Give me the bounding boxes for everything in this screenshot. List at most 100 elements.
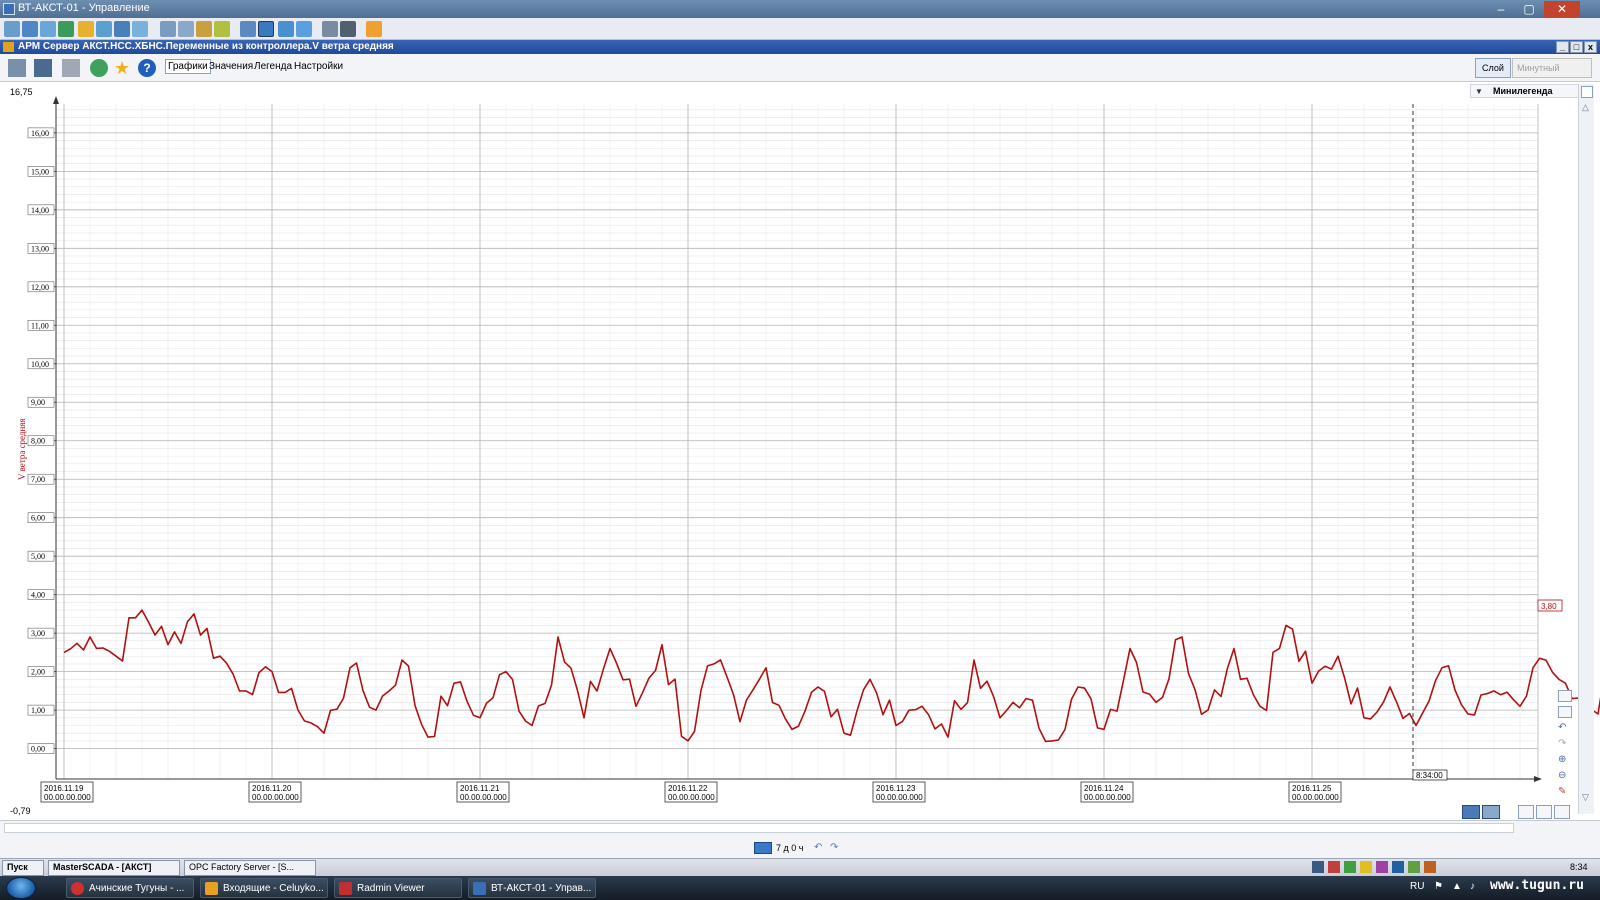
x-tick-time: 00.00.00.000 [44,793,91,802]
x-tick-date: 2016.11.20 [252,784,292,793]
taskbar-item-mail[interactable]: Входящие - Celuyko... [200,878,328,898]
document-titlebar: АРМ Сервер АКСТ.НСС.ХБНС.Переменные из к… [0,40,1600,54]
rows-icon[interactable] [1482,805,1500,819]
flag-icon[interactable]: ⚑ [1434,881,1443,892]
eraser-icon[interactable]: ✎ [1558,786,1572,798]
main-toolbar [0,18,1600,40]
interval-select[interactable]: Минутный [1512,58,1592,78]
zoom-x-in-icon[interactable] [1518,805,1534,819]
calendar-icon[interactable] [754,842,772,854]
taskbar-item-scada-label: ВТ-АКСТ-01 - Управ... [491,883,592,894]
tray-up-icon[interactable]: ▲ [1452,881,1462,892]
message-icon[interactable] [132,21,148,37]
layer-button[interactable]: Слой [1475,58,1511,78]
taskbar-item-radmin-label: Radmin Viewer [357,883,425,894]
tray-icon-1[interactable] [1312,861,1324,873]
tray-icon-5[interactable] [1376,861,1388,873]
horizontal-scrollbar[interactable] [4,823,1514,833]
toolbar-icon-15[interactable] [278,21,294,37]
taskbar-item-browser-label: Ачинские Тугуны - ... [89,883,185,894]
save-icon[interactable] [34,59,52,77]
toolbar-icon-12[interactable] [214,21,230,37]
y-tick-labels: 16,00 15,00 14,00 13,00 12,00 11,00 10,00 9,00 8… [27,127,55,754]
undo-zoom-icon[interactable]: ↶ [1558,722,1572,734]
zoom-out-icon[interactable]: ⊖ [1558,770,1572,782]
toolbar-icon-1[interactable] [4,21,20,37]
doc-restore-button[interactable]: □ [1570,41,1583,53]
vertical-toolstrip[interactable]: △ ▽ [1578,84,1594,814]
users-icon[interactable] [178,21,194,37]
tray-icon-6[interactable] [1392,861,1404,873]
tools-icon[interactable] [340,21,356,37]
phone-icon[interactable] [114,21,130,37]
mail-icon [205,882,218,895]
tray-icon-7[interactable] [1408,861,1420,873]
tab-settings[interactable]: Настройки [294,61,343,72]
redo-zoom-icon[interactable]: ↷ [1558,738,1572,750]
tab-values[interactable]: Значения [209,61,253,72]
zoom-x-out-icon[interactable] [1536,805,1552,819]
maximize-button[interactable]: ▢ [1516,1,1542,17]
toolbar-icon-11[interactable] [196,21,212,37]
app-taskbar: Пуск MasterSCADA - [АКСТ] OPC Factory Se… [0,858,1600,876]
taskbar-item-mail-label: Входящие - Celuyko... [223,883,324,894]
taskbar-item-browser[interactable]: Ачинские Тугуны - ... [66,878,194,898]
taskbar-item-masterscada[interactable]: MasterSCADA - [АКСТ] [48,860,180,876]
fullscreen-icon[interactable] [258,21,274,37]
refresh-icon[interactable] [90,59,108,77]
settings-icon[interactable] [322,21,338,37]
toolbar-icon-6[interactable] [96,21,112,37]
volume-icon[interactable]: ♪ [1470,881,1475,892]
taskbar-item-radmin[interactable]: Radmin Viewer [334,878,462,898]
y-tick-label: 10,00 [31,360,49,369]
scroll-down-icon[interactable]: ▽ [1582,792,1589,803]
tray-icon-3[interactable] [1344,861,1356,873]
zoom-in-icon[interactable]: ⊕ [1558,754,1572,766]
taskbar-item-scada[interactable]: ВТ-АКСТ-01 - Управ... [468,878,596,898]
magnifier-icon[interactable] [1554,805,1570,819]
toolbar-icon-2[interactable] [22,21,38,37]
zoom-fit-icon[interactable] [1558,706,1572,718]
doc-close-button[interactable]: x [1584,41,1597,53]
taskbar-item-opc[interactable]: OPC Factory Server - [S... [184,860,316,876]
exit-icon[interactable] [366,21,382,37]
user-icon[interactable] [160,21,176,37]
toolbar-icon-5[interactable] [78,21,94,37]
print-icon[interactable] [62,59,80,77]
period-back-icon[interactable]: ↶ [814,842,826,854]
x-tick-date: 2016.11.19 [44,784,84,793]
period-forward-icon[interactable]: ↷ [830,842,842,854]
toolbar-icon-16[interactable] [296,21,312,37]
document-title: АРМ Сервер АКСТ.НСС.ХБНС.Переменные из к… [18,41,394,52]
pin-icon[interactable] [1581,86,1593,98]
back-icon[interactable] [8,59,26,77]
tab-legend[interactable]: Легенда [254,61,292,72]
scroll-up-icon[interactable]: △ [1582,102,1589,113]
close-button[interactable]: ✕ [1544,1,1580,17]
toolbar-icon-4[interactable] [58,21,74,37]
tab-graphs[interactable]: Графики [165,59,211,74]
help-icon[interactable]: ? [138,59,156,77]
toolbar-icon-3[interactable] [40,21,56,37]
doc-minimize-button[interactable]: _ [1556,41,1569,53]
start-button[interactable]: Пуск [2,860,44,876]
y-tick-label: 1,00 [31,706,45,715]
columns-icon[interactable] [1462,805,1480,819]
line-chart[interactable]: 16,00 15,00 14,00 13,00 12,00 11,00 10,00 9,00 8… [0,82,1600,822]
window-icon[interactable] [240,21,256,37]
minilegend[interactable]: ▼ Минилегенда [1470,84,1580,98]
y-min-label: -0,79 [10,806,31,816]
browser-icon [71,882,84,895]
x-tick-time: 00.00.00.000 [876,793,923,802]
zoom-window-icon[interactable] [1558,690,1572,702]
windows-start-orb[interactable] [6,877,36,899]
language-indicator[interactable]: RU [1410,881,1424,892]
warning-icon[interactable] [1360,861,1372,873]
x-tick-date: 2016.11.24 [1084,784,1124,793]
tray-icon-2[interactable] [1328,861,1340,873]
minimize-button[interactable]: – [1488,1,1514,17]
chevron-down-icon[interactable]: ▼ [1475,86,1487,96]
star-icon[interactable]: ★ [114,59,132,77]
y-max-label: 16,75 [10,87,33,97]
tray-icon-8[interactable] [1424,861,1436,873]
